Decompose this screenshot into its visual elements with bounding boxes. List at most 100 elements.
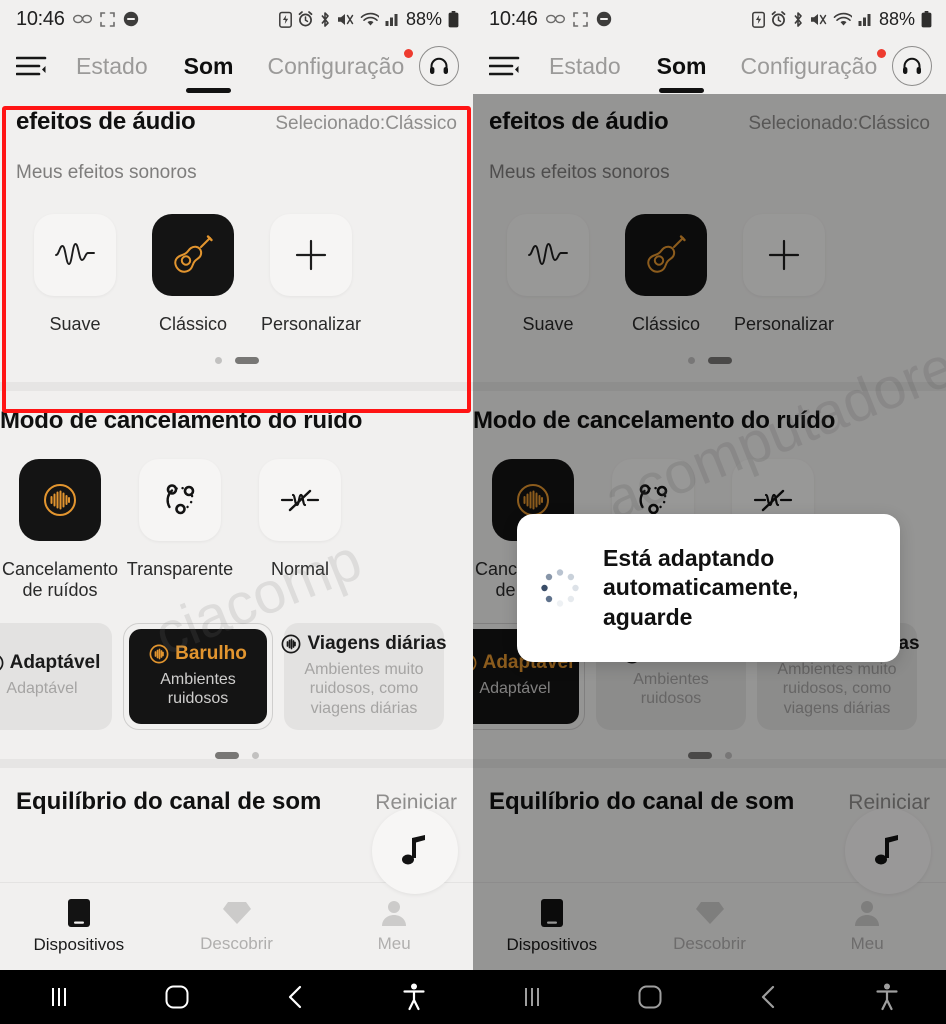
chip-adaptavel-sub: Adaptável	[6, 680, 78, 698]
noise-pager[interactable]	[473, 752, 946, 760]
recents-button[interactable]	[473, 985, 591, 1009]
audio-effects-header: efeitos de áudio Selecionado:Clássico	[489, 94, 930, 136]
transparency-icon	[158, 478, 202, 522]
noise-mode-anc[interactable]: Cancelamento de ruídos	[0, 459, 120, 601]
nav-meu[interactable]: Meu	[788, 899, 946, 954]
audio-effects-title: efeitos de áudio	[489, 108, 669, 135]
home-button[interactable]	[591, 984, 709, 1010]
waveform-icon	[53, 238, 97, 272]
headphone-button[interactable]	[419, 46, 459, 86]
scroll-body[interactable]: ciacomp efeitos de áudio Selecionado:Clá…	[0, 94, 473, 1024]
tile-suave[interactable]: Suave	[489, 214, 607, 335]
back-button[interactable]	[710, 984, 828, 1010]
phone-screen-left: 10:46 88% Estado Som Configuração efeito…	[0, 0, 473, 1024]
audio-effects-subtitle: Meus efeitos sonoros	[489, 162, 670, 183]
tile-personalizar-box	[743, 214, 825, 296]
nav-descobrir[interactable]: Descobrir	[631, 899, 789, 954]
chip-barulho[interactable]: Barulho Ambientes ruidosos	[123, 622, 273, 731]
back-button[interactable]	[237, 984, 355, 1010]
pager-dot[interactable]	[251, 752, 259, 760]
person-icon	[380, 899, 408, 927]
waveform-icon	[526, 238, 570, 272]
guitar-icon	[643, 232, 689, 278]
section-divider	[473, 382, 946, 391]
pager-dot-active[interactable]	[707, 357, 732, 364]
tab-configuracao[interactable]: Configuração	[740, 48, 887, 80]
accessibility-button[interactable]	[828, 983, 946, 1011]
guitar-icon	[170, 232, 216, 278]
accessibility-button[interactable]	[355, 983, 473, 1011]
battery-icon	[921, 10, 932, 28]
noise-title: Modo de cancelamento do ruído	[473, 407, 836, 434]
diamond-icon	[695, 899, 725, 927]
accessibility-icon	[875, 983, 899, 1011]
tab-configuracao-label: Configuração	[267, 52, 405, 79]
back-icon	[759, 984, 779, 1010]
tile-personalizar-label: Personalizar	[260, 314, 362, 334]
phone-screen-right: 10:46 88% Estado Som Configuração efeito…	[473, 0, 946, 1024]
headphone-button[interactable]	[892, 46, 932, 86]
recents-button[interactable]	[0, 985, 118, 1009]
alarm-icon	[298, 11, 313, 27]
chip-adaptavel-label: Adaptável	[9, 652, 101, 674]
tile-personalizar[interactable]: Personalizar	[725, 214, 843, 335]
noise-off-icon	[750, 483, 796, 517]
scroll-body[interactable]: acomputadores efeitos de áudio Seleciona…	[473, 94, 946, 1024]
bluetooth-icon	[792, 11, 804, 28]
battery-saver-icon	[279, 11, 292, 28]
pager-dot[interactable]	[687, 357, 695, 364]
pager-dot-active[interactable]	[687, 752, 712, 760]
tile-classico[interactable]: Clássico	[134, 214, 252, 335]
pager-dot[interactable]	[724, 752, 732, 760]
music-note-icon	[872, 833, 904, 869]
audio-effects-subtitle: Meus efeitos sonoros	[16, 162, 197, 183]
tile-personalizar[interactable]: Personalizar	[252, 214, 370, 335]
nav-dispositivos[interactable]: Dispositivos	[473, 898, 631, 955]
nav-descobrir[interactable]: Descobrir	[158, 899, 316, 954]
noise-mode-normal[interactable]: Normal	[240, 459, 360, 601]
audio-effects-pager[interactable]	[489, 357, 930, 364]
tab-estado[interactable]: Estado	[549, 53, 621, 80]
top-navigation: Estado Som Configuração	[473, 38, 946, 94]
pager-dot-active[interactable]	[214, 752, 239, 760]
noise-off-icon	[277, 483, 323, 517]
music-fab-button[interactable]	[372, 808, 458, 894]
tile-classico-box	[152, 214, 234, 296]
section-divider-2	[0, 759, 473, 769]
sound-balance-header: Equilíbrio do canal de som Reiniciar	[489, 768, 930, 816]
tab-som[interactable]: Som	[184, 53, 233, 93]
battery-percent: 88%	[878, 8, 915, 29]
tab-active-underline	[185, 87, 232, 93]
tab-configuracao[interactable]: Configuração	[267, 48, 414, 80]
sound-balance-title: Equilíbrio do canal de som	[16, 788, 322, 816]
chip-viagens[interactable]: Viagens diárias Ambientes muito ruidosos…	[282, 622, 447, 731]
home-button[interactable]	[118, 984, 236, 1010]
tab-estado[interactable]: Estado	[76, 53, 148, 80]
tab-som[interactable]: Som	[656, 52, 707, 93]
headphone-icon	[427, 54, 451, 78]
anc-level-icon	[473, 653, 477, 673]
pager-dot[interactable]	[214, 357, 222, 364]
menu-button[interactable]	[15, 49, 54, 83]
tile-classico[interactable]: Clássico	[607, 214, 725, 335]
mute-icon	[810, 12, 827, 27]
pager-dot-active[interactable]	[234, 357, 259, 364]
audio-effects-pager[interactable]	[16, 357, 457, 364]
music-fab-button[interactable]	[845, 808, 931, 894]
tile-suave[interactable]: Suave	[16, 214, 134, 335]
dotted-square-icon	[99, 11, 115, 27]
noise-pager[interactable]	[0, 752, 473, 760]
nav-meu[interactable]: Meu	[315, 899, 473, 954]
menu-button[interactable]	[488, 49, 527, 83]
recents-icon	[46, 985, 72, 1009]
noise-mode-transparent[interactable]: Transparente	[120, 459, 240, 601]
device-icon	[540, 898, 564, 928]
audio-effects-tiles: Suave Clássico Personalizar	[16, 214, 457, 335]
home-icon	[164, 984, 190, 1010]
tab-estado-label: Estado	[76, 52, 148, 79]
nav-dispositivos[interactable]: Dispositivos	[0, 898, 158, 955]
chip-adaptavel[interactable]: Adaptável Adaptável	[0, 622, 112, 731]
hamburger-icon	[15, 55, 48, 77]
accessibility-icon	[402, 983, 426, 1011]
tab-som-label: Som	[656, 52, 707, 79]
